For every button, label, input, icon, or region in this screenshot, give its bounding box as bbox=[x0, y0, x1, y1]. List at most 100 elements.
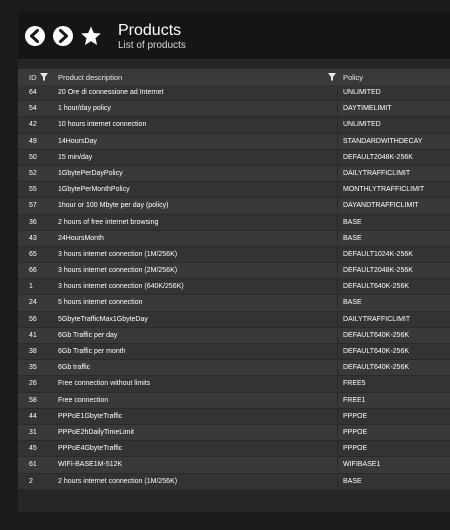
column-header-description[interactable]: Product description bbox=[58, 73, 122, 82]
cell-policy: DAYTIMELIMIT bbox=[343, 105, 392, 113]
column-divider bbox=[337, 182, 338, 198]
column-divider bbox=[337, 311, 338, 327]
cell-description: 5 hours internet connection bbox=[58, 299, 143, 307]
table-row[interactable]: 26 Free connection without limits FREE5 bbox=[18, 376, 450, 393]
table-row[interactable]: 57 1hour or 100 Mbyte per day (policy) DAY… bbox=[18, 198, 450, 215]
title-block: Products List of products bbox=[118, 22, 186, 52]
table-row[interactable]: 36 2 hours of free internet browsing BASE bbox=[18, 214, 450, 231]
cell-description: 1GbytePerDayPolicy bbox=[58, 169, 123, 177]
cell-policy: DEFAULT640K-256K bbox=[343, 364, 410, 372]
cell-description: 1GbytePerMonthPolicy bbox=[58, 186, 130, 194]
cell-description: PPPoE4GbyteTraffic bbox=[58, 445, 123, 453]
cell-id: 56 bbox=[29, 315, 37, 323]
cell-policy: WIFIBASE1 bbox=[343, 461, 381, 469]
table-row[interactable]: 64 20 Ore di connessione ad Internet UNLIM… bbox=[18, 85, 450, 102]
cell-policy: DEFAULT640K-256K bbox=[343, 348, 410, 355]
cell-description: 24HoursMonth bbox=[58, 234, 104, 242]
column-header-id[interactable]: ID bbox=[29, 73, 37, 82]
table-row[interactable]: 1 3 hours internet connection (640K/256K)… bbox=[18, 279, 450, 296]
filter-icon[interactable] bbox=[328, 73, 336, 81]
cell-description: 6Gb traffic bbox=[58, 364, 91, 372]
cell-description: 1 hour/day policy bbox=[58, 105, 111, 113]
table-row[interactable]: 66 3 hours internet connection (2M/256K) D… bbox=[18, 263, 450, 280]
table-row[interactable]: 61 WIFI-BASE1M-512K WIFIBASE1 bbox=[18, 457, 450, 474]
cell-id: 57 bbox=[29, 202, 37, 210]
column-divider bbox=[337, 230, 338, 246]
cell-id: 61 bbox=[29, 461, 37, 469]
cell-id: 58 bbox=[29, 396, 37, 404]
cell-policy: PPPOE bbox=[343, 412, 368, 420]
cell-id: 41 bbox=[29, 331, 37, 339]
column-divider bbox=[337, 198, 338, 214]
star-icon[interactable] bbox=[80, 25, 102, 47]
cell-policy: BASE bbox=[343, 234, 362, 242]
cell-id: 1 bbox=[29, 283, 33, 291]
cell-policy: DEFAULT640K-256K bbox=[343, 331, 410, 339]
forward-circle-icon[interactable] bbox=[52, 25, 74, 47]
column-divider bbox=[337, 473, 338, 489]
cell-policy: DAILYTRAFFICLIMIT bbox=[343, 315, 411, 323]
table-row[interactable]: 35 6Gb traffic DEFAULT640K-256K bbox=[18, 360, 450, 377]
cell-description: 3 hours internet connection (1M/256K) bbox=[58, 250, 178, 258]
cell-policy: PPPOE bbox=[343, 428, 368, 436]
cell-policy: DEFAULT640K-256K bbox=[343, 283, 410, 291]
cell-description: 2 hours internet connection (1M/256K) bbox=[58, 477, 178, 485]
header-bar: Products List of products bbox=[18, 12, 450, 59]
table-row[interactable]: 44 PPPoE1GbyteTraffic PPPOE bbox=[18, 408, 450, 425]
products-table-body: 64 20 Ore di connessione ad Internet UNLIM… bbox=[18, 85, 450, 490]
table-row[interactable]: 2 2 hours internet connection (1M/256K) BA… bbox=[18, 473, 450, 490]
table-row[interactable]: 45 PPPoE4GbyteTraffic PPPOE bbox=[18, 441, 450, 458]
cell-id: 44 bbox=[29, 412, 37, 420]
cell-policy: UNLIMITED bbox=[343, 89, 381, 96]
column-divider bbox=[337, 376, 338, 392]
cell-id: 24 bbox=[29, 299, 37, 307]
cell-id: 52 bbox=[29, 169, 37, 177]
cell-description: 3 hours internet connection (640K/256K) bbox=[58, 283, 184, 291]
table-row[interactable]: 58 Free connection FREE1 bbox=[18, 392, 450, 409]
cell-description: 6Gb Traffic per day bbox=[58, 331, 118, 339]
column-divider bbox=[337, 441, 338, 457]
table-row[interactable]: 41 6Gb Traffic per day DEFAULT640K-256K bbox=[18, 327, 450, 344]
table-row[interactable]: 42 10 hours internet connection UNLIMITED bbox=[18, 117, 450, 134]
column-divider bbox=[337, 117, 338, 133]
column-divider bbox=[337, 360, 338, 376]
table-row[interactable]: 31 PPPoE2hDailyTimeLimit PPPOE bbox=[18, 424, 450, 442]
cell-id: 26 bbox=[29, 380, 37, 388]
cell-policy: STANDARDWITHDECAY bbox=[343, 137, 423, 145]
cell-description: 10 hours internet connection bbox=[58, 121, 147, 129]
cell-policy: DEFAULT1024K-256K bbox=[343, 250, 413, 258]
cell-description: 15 min/day bbox=[58, 153, 93, 161]
table-row[interactable]: 43 24HoursMonth BASE bbox=[18, 230, 450, 247]
table-row[interactable]: 56 5GbyteTrafficMax1GbyteDay DAILYTRAFFICL… bbox=[18, 311, 450, 328]
cell-id: 42 bbox=[29, 121, 37, 129]
cell-id: 54 bbox=[29, 105, 37, 113]
cell-description: 3 hours internet connection (2M/256K) bbox=[58, 267, 178, 275]
table-row[interactable]: 24 5 hours internet connection BASE bbox=[18, 295, 450, 312]
cell-policy: MONTHLYTRAFFICLIMIT bbox=[343, 186, 425, 194]
cell-id: 36 bbox=[29, 218, 37, 226]
table-row[interactable]: 54 1 hour/day policy DAYTIMELIMIT bbox=[18, 101, 450, 118]
back-circle-icon[interactable] bbox=[24, 25, 46, 47]
table-row[interactable]: 55 1GbytePerMonthPolicy MONTHLYTRAFFICLIMI… bbox=[18, 182, 450, 199]
column-divider bbox=[337, 263, 338, 279]
cell-id: 31 bbox=[29, 428, 37, 436]
cell-policy: PPPOE bbox=[343, 445, 368, 453]
cell-policy: DEFAULT2048K-256K bbox=[343, 153, 413, 161]
table-row[interactable]: 38 6Gb Traffic per month DEFAULT640K-256K bbox=[18, 344, 450, 361]
cell-policy: FREE5 bbox=[343, 380, 366, 388]
cell-id: 50 bbox=[29, 153, 37, 161]
cell-description: 2 hours of free internet browsing bbox=[58, 218, 159, 226]
cell-description: 14HoursDay bbox=[58, 137, 97, 145]
table-row[interactable]: 65 3 hours internet connection (1M/256K) D… bbox=[18, 246, 450, 264]
filter-icon[interactable] bbox=[40, 73, 48, 81]
table-row[interactable]: 49 14HoursDay STANDARDWITHDECAY bbox=[18, 133, 450, 150]
cell-id: 65 bbox=[29, 250, 37, 258]
column-divider bbox=[337, 279, 338, 295]
cell-description: PPPoE2hDailyTimeLimit bbox=[58, 428, 134, 436]
cell-policy: BASE bbox=[343, 218, 362, 226]
table-row[interactable]: 52 1GbytePerDayPolicy DAILYTRAFFICLIMIT bbox=[18, 165, 450, 183]
table-row[interactable]: 50 15 min/day DEFAULT2048K-256K bbox=[18, 149, 450, 166]
cell-policy: DAYANDTRAFFICLIMIT bbox=[343, 202, 419, 210]
cell-description: Free connection without limits bbox=[58, 380, 151, 388]
column-header-policy[interactable]: Policy bbox=[343, 73, 363, 82]
